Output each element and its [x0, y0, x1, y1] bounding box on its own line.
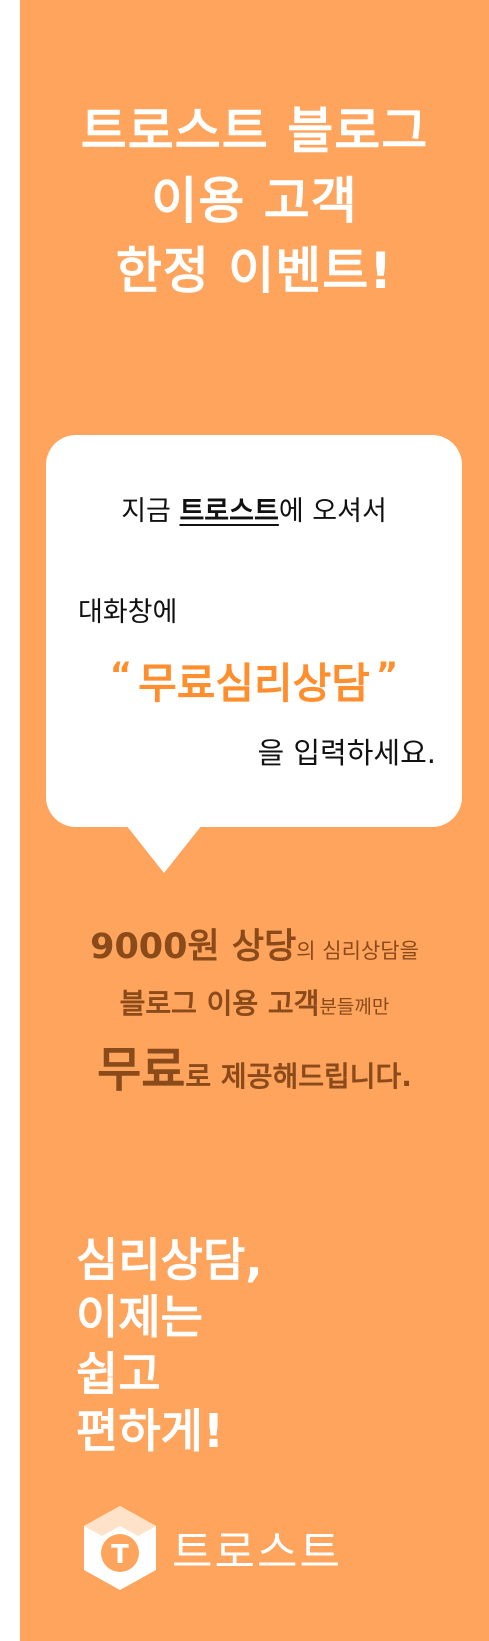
- bubble-keyword: 무료심리상담: [138, 659, 370, 708]
- slogan-line-2: 이제는: [76, 1290, 203, 1344]
- bubble-line-1-prefix: 지금: [121, 496, 180, 527]
- offer-line-3: 무료로 제공해드립니다.: [20, 1030, 489, 1100]
- logo-letter: T: [111, 1540, 129, 1570]
- offer-line-1-rest: 의 심리상담을: [296, 939, 419, 963]
- slogan-line-4: 편하게!: [76, 1404, 224, 1458]
- headline-line-1: 트로스트 블로그: [80, 102, 429, 160]
- slogan: 심리상담, 이제는 쉽고 편하게!: [76, 1232, 263, 1460]
- logo-wordmark: 트로스트: [172, 1527, 342, 1578]
- headline-line-3: 한정 이벤트!: [115, 242, 394, 300]
- offer-line-2-rest: 분들께만: [319, 996, 390, 1018]
- headline: 트로스트 블로그 이용 고객 한정 이벤트!: [20, 96, 489, 306]
- bubble-keyword-quote: “무료심리상담”: [46, 650, 462, 711]
- slogan-line-1: 심리상담,: [76, 1233, 263, 1287]
- offer-line-2: 블로그 이용 고객분들께만: [20, 982, 489, 1022]
- offer-free: 무료: [97, 1042, 186, 1098]
- offer-price: 9000원 상당: [90, 927, 297, 967]
- bubble-brand-name: 트로스트: [179, 496, 279, 527]
- event-banner: 트로스트 블로그 이용 고객 한정 이벤트! 지금 트로스트에 오셔서 대화창에…: [20, 0, 489, 1641]
- offer-audience: 블로그 이용 고객: [119, 987, 320, 1020]
- trost-logo-icon: T: [84, 1506, 156, 1590]
- bubble-line-1: 지금 트로스트에 오셔서: [46, 489, 462, 528]
- bubble-line-4: 을 입력하세요.: [257, 736, 436, 770]
- slogan-line-3: 쉽고: [76, 1347, 161, 1401]
- offer-line-1: 9000원 상당의 심리상담을: [20, 918, 489, 969]
- open-quote-mark: “: [109, 655, 133, 695]
- close-quote-mark: ”: [375, 655, 399, 695]
- speech-bubble-tail: [126, 825, 202, 873]
- bubble-line-2: 대화창에: [78, 597, 178, 628]
- bubble-line-1-suffix: 에 오셔서: [278, 496, 387, 527]
- headline-line-2: 이용 고객: [151, 172, 358, 230]
- speech-bubble: 지금 트로스트에 오셔서 대화창에 “무료심리상담” 을 입력하세요.: [46, 435, 462, 873]
- offer-line-3-rest: 로 제공해드립니다.: [185, 1060, 412, 1093]
